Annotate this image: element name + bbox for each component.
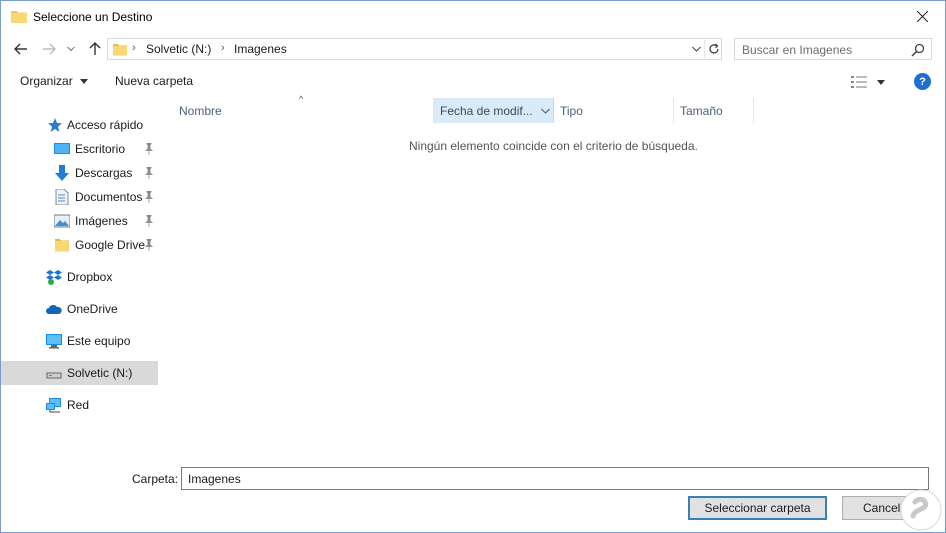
column-header-size[interactable]: Tamaño [674,98,754,123]
chevron-down-icon [691,46,701,52]
sidebar-item-documents[interactable]: Documentos [1,185,158,209]
new-folder-button[interactable]: Nueva carpeta [115,74,193,88]
sidebar-item-label: Google Drive [75,238,146,252]
recent-locations-button[interactable] [64,39,78,59]
folder-field-label: Carpeta: [132,472,179,486]
up-button[interactable] [85,39,105,59]
sidebar-item-label: Solvetic (N:) [67,366,133,380]
search-placeholder: Buscar en Imagenes [742,43,853,57]
back-arrow-icon [14,43,27,55]
forward-arrow-icon [43,43,56,55]
navigation-pane: Acceso rápido Escritorio Descargas Docum… [1,97,161,462]
column-header-type[interactable]: Tipo [554,98,674,123]
column-header-label: Nombre [179,104,222,118]
new-folder-label: Nueva carpeta [115,74,194,88]
dropbox-icon [46,270,62,285]
organize-label: Organizar [20,74,73,88]
select-folder-button[interactable]: Seleccionar carpeta [688,496,827,520]
caret-down-icon [80,79,89,85]
pin-icon[interactable] [144,167,154,179]
sidebar-item-quick-access[interactable]: Acceso rápido [1,113,158,137]
sidebar-item-label: Red [67,398,90,412]
search-input[interactable]: Buscar en Imagenes [734,38,932,60]
sidebar-item-solvetic-drive[interactable]: Solvetic (N:) [1,361,158,385]
chevron-down-icon[interactable] [541,108,550,114]
sidebar-item-label: Descargas [75,166,133,180]
pin-icon[interactable] [144,191,154,203]
sidebar-item-google-drive[interactable]: Google Drive [1,233,158,257]
column-header-date[interactable]: Fecha de modif... [434,98,554,123]
column-header-label: Tipo [560,104,583,118]
sidebar-item-label: Escritorio [75,142,126,156]
up-arrow-icon [89,42,101,55]
breadcrumb-drive[interactable]: Solvetic (N:) [146,42,211,56]
folder-picker-dialog: Seleccione un Destino › Solvetic (N:) › … [0,0,946,533]
folder-name-value: Imagenes [188,472,241,486]
chevron-right-icon: › [132,42,136,54]
refresh-icon [708,43,719,54]
forward-button[interactable] [39,39,59,59]
column-header-label: Fecha de modif... [440,104,533,118]
view-details-icon[interactable] [851,75,867,89]
pictures-icon [54,214,70,228]
column-header-name[interactable]: Nombre [173,98,433,123]
document-icon [55,189,69,205]
select-folder-label: Seleccionar carpeta [704,501,811,515]
sidebar-item-label: OneDrive [67,302,118,316]
sidebar-item-label: Dropbox [67,270,113,284]
pin-icon[interactable] [144,143,154,155]
back-button[interactable] [11,39,31,59]
sidebar-item-label: Imágenes [75,214,128,228]
help-icon[interactable]: ? [914,73,931,90]
title-bar: Seleccione un Destino [1,1,945,33]
window-title: Seleccione un Destino [33,10,153,24]
address-bar[interactable]: › Solvetic (N:) › Imagenes [107,38,722,60]
refresh-button[interactable] [704,40,722,58]
download-icon [55,165,69,181]
caret-down-icon[interactable] [876,77,886,87]
onedrive-icon [46,304,62,314]
pin-icon[interactable] [144,239,154,251]
sidebar-item-dropbox[interactable]: Dropbox [1,265,158,289]
sidebar-item-label: Documentos [75,190,143,204]
folder-icon [11,11,27,23]
column-header-label: Tamaño [680,104,723,118]
sidebar-item-desktop[interactable]: Escritorio [1,137,158,161]
column-divider[interactable] [753,98,754,123]
network-icon [46,398,61,413]
chevron-right-icon: › [221,42,225,54]
close-icon [916,10,928,22]
sidebar-item-pictures[interactable]: Imágenes [1,209,158,233]
sidebar-item-this-pc[interactable]: Este equipo [1,329,158,353]
breadcrumb-folder[interactable]: Imagenes [234,42,287,56]
empty-list-message: Ningún elemento coincide con el criterio… [409,139,698,153]
watermark-logo [900,489,942,531]
search-icon [911,43,925,57]
chevron-down-icon [67,46,75,52]
star-icon [48,118,62,132]
sidebar-item-downloads[interactable]: Descargas [1,161,158,185]
drive-icon [46,372,62,379]
sidebar-item-onedrive[interactable]: OneDrive [1,297,158,321]
sidebar-item-network[interactable]: Red [1,393,158,417]
computer-icon [46,334,62,349]
organize-menu-button[interactable]: Organizar [20,74,89,88]
desktop-icon [54,143,70,154]
close-button[interactable] [899,1,945,31]
folder-icon [55,239,69,252]
folder-name-input[interactable]: Imagenes [181,467,929,490]
sidebar-item-label: Acceso rápido [67,118,144,132]
address-history-button[interactable] [688,41,704,57]
folder-icon [113,44,127,56]
pin-icon[interactable] [144,215,154,227]
sidebar-item-label: Este equipo [67,334,131,348]
